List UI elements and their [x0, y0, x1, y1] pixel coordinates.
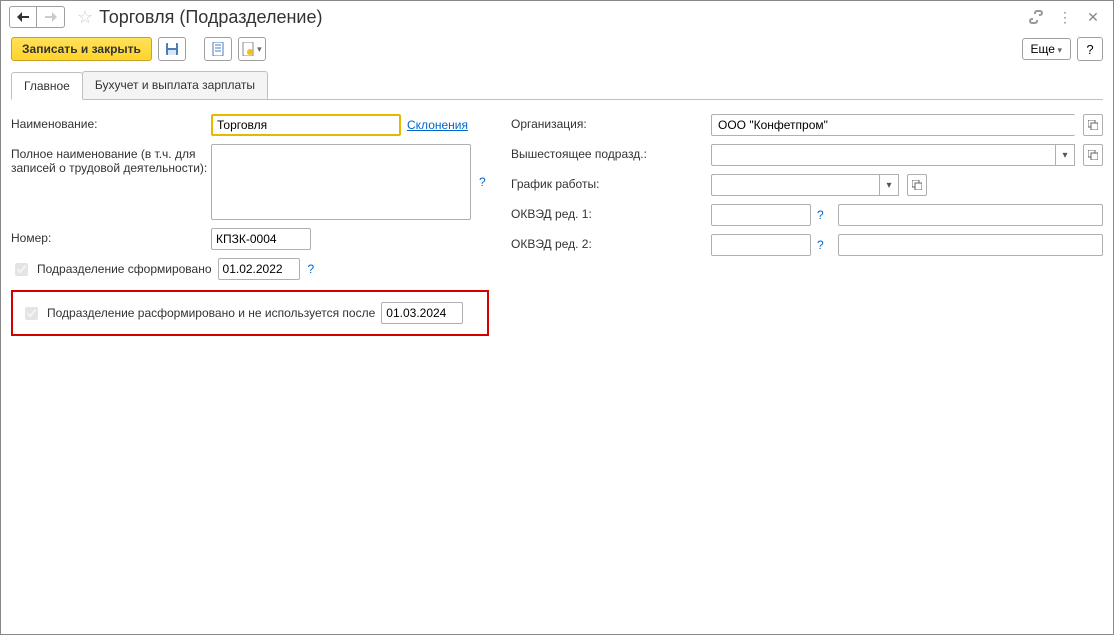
kebab-menu-icon[interactable]: ⋮ — [1057, 9, 1073, 26]
schedule-input[interactable] — [711, 174, 879, 196]
document-icon — [212, 42, 224, 56]
title-bar: ☆ Торговля (Подразделение) ⋮ ✕ — [1, 1, 1113, 33]
okved1-code-input[interactable] — [711, 204, 811, 226]
tab-payroll[interactable]: Бухучет и выплата зарплаты — [82, 71, 268, 99]
number-input[interactable] — [211, 228, 311, 250]
nav-forward-button[interactable] — [37, 6, 65, 28]
formed-date-input[interactable] — [218, 258, 300, 280]
schedule-open-button[interactable] — [907, 174, 927, 196]
link-icon[interactable] — [1029, 10, 1045, 24]
okved2-label: ОКВЭД ред. 2: — [511, 234, 711, 251]
toolbar: Записать и закрыть Еще ? — [1, 33, 1113, 65]
okved2-code-input[interactable] — [711, 234, 811, 256]
formed-label: Подразделение сформировано — [37, 262, 212, 276]
attachments-dropdown-button[interactable] — [238, 37, 266, 61]
save-icon — [165, 42, 179, 56]
okved2-help-icon[interactable]: ? — [815, 238, 826, 252]
arrow-right-icon — [45, 12, 57, 22]
save-and-close-button[interactable]: Записать и закрыть — [11, 37, 152, 61]
parent-open-button[interactable] — [1083, 144, 1103, 166]
formed-help-icon[interactable]: ? — [306, 262, 317, 276]
tabs: Главное Бухучет и выплата зарплаты — [11, 71, 1103, 100]
right-column: Организация: Вышестоящее подразд.: ▾ — [511, 114, 1103, 336]
parent-label: Вышестоящее подразд.: — [511, 144, 711, 161]
name-label: Наименование: — [11, 114, 211, 131]
attachment-icon — [242, 42, 254, 56]
declension-link[interactable]: Склонения — [407, 118, 468, 132]
nav-back-button[interactable] — [9, 6, 37, 28]
disbanded-checkbox[interactable] — [25, 307, 38, 320]
okved1-label: ОКВЭД ред. 1: — [511, 204, 711, 221]
okved2-desc-input[interactable] — [838, 234, 1103, 256]
help-button[interactable]: ? — [1077, 37, 1103, 61]
report-button[interactable] — [204, 37, 232, 61]
close-icon[interactable]: ✕ — [1085, 9, 1101, 26]
disbanded-label: Подразделение расформировано и не исполь… — [47, 306, 375, 320]
parent-dropdown-button[interactable]: ▾ — [1055, 144, 1075, 166]
open-icon — [1088, 150, 1098, 160]
okved1-desc-input[interactable] — [838, 204, 1103, 226]
form-body: Наименование: Склонения Полное наименова… — [1, 100, 1113, 350]
fullname-label: Полное наименование (в т.ч. для записей … — [11, 144, 211, 175]
more-button[interactable]: Еще — [1022, 38, 1071, 60]
left-column: Наименование: Склонения Полное наименова… — [11, 114, 491, 336]
favorite-star-icon[interactable]: ☆ — [77, 7, 93, 28]
org-open-button[interactable] — [1083, 114, 1103, 136]
tab-main[interactable]: Главное — [11, 72, 83, 100]
schedule-label: График работы: — [511, 174, 711, 191]
disbanded-date-input[interactable] — [381, 302, 463, 324]
formed-checkbox[interactable] — [15, 263, 28, 276]
org-input[interactable] — [711, 114, 1075, 136]
save-button[interactable] — [158, 37, 186, 61]
schedule-dropdown-button[interactable]: ▾ — [879, 174, 899, 196]
okved1-help-icon[interactable]: ? — [815, 208, 826, 222]
arrow-left-icon — [17, 12, 29, 22]
disbanded-highlight-box: Подразделение расформировано и не исполь… — [11, 290, 489, 336]
parent-input[interactable] — [711, 144, 1055, 166]
fullname-help-icon[interactable]: ? — [477, 175, 488, 189]
fullname-textarea[interactable] — [211, 144, 471, 220]
number-label: Номер: — [11, 228, 211, 245]
org-label: Организация: — [511, 114, 711, 131]
open-icon — [1088, 120, 1098, 130]
name-input[interactable] — [211, 114, 401, 136]
open-icon — [912, 180, 922, 190]
window-title: Торговля (Подразделение) — [99, 7, 1029, 28]
